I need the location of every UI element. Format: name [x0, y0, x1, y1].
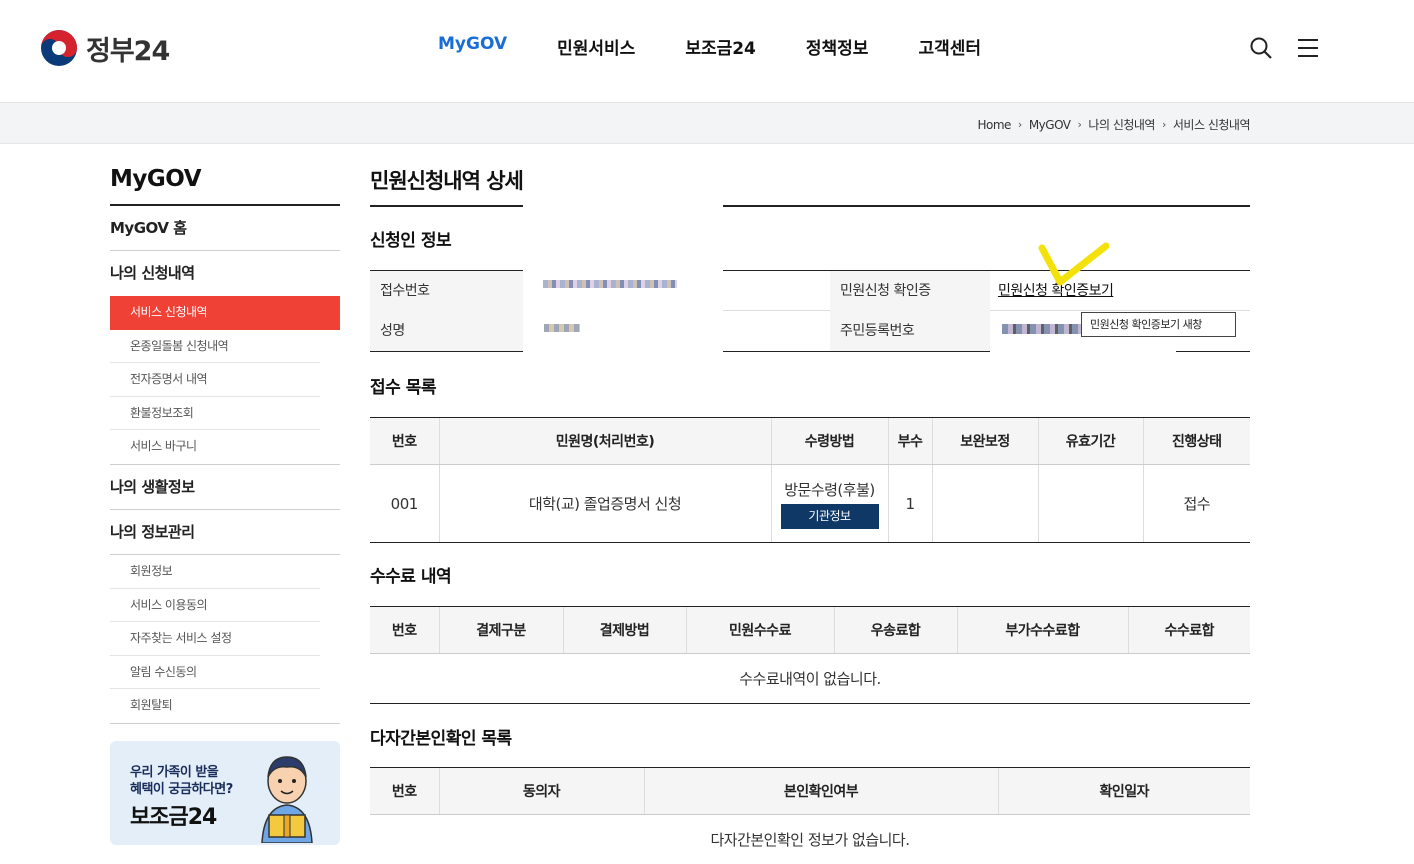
col-header-status: 진행상태 [1142, 417, 1250, 465]
sidebar-item-my-applications[interactable]: 나의 신청내역 [110, 251, 340, 296]
sidebar-item-favorite-services[interactable]: 자주찾는 서비스 설정 [110, 622, 320, 656]
sidebar-item-service-applications[interactable]: 서비스 신청내역 [110, 296, 340, 330]
nav-subsidy24[interactable]: 보조금24 [685, 34, 756, 59]
blurred-name [544, 324, 580, 332]
sidebar-item-service-basket[interactable]: 서비스 바구니 [110, 430, 320, 464]
applicant-info-table: 접수번호 민원신청 확인증 민원신청 확인증보기 성명 주민등록번호 [370, 268, 1250, 355]
cell-validity [1037, 464, 1143, 543]
sidebar-item-service-consent[interactable]: 서비스 이용동의 [110, 589, 320, 623]
col-header-no: 번호 [370, 417, 439, 465]
cell-method: 방문수령(후불) 기관정보 [770, 464, 888, 543]
certificate-tooltip: 민원신청 확인증보기 새창 [1081, 312, 1236, 337]
title-mask [523, 160, 723, 207]
blurred-receipt-no [543, 280, 677, 288]
breadcrumb-home[interactable]: Home [977, 118, 1011, 132]
cell-supplement [931, 464, 1038, 543]
method-text: 방문수령(후불) [784, 480, 875, 499]
main-nav: MyGOV 민원서비스 보조금24 정책정보 고객센터 [438, 34, 1031, 59]
name-label: 성명 [370, 311, 523, 351]
chevron-right-icon: › [1077, 118, 1082, 131]
col-header-copies: 부수 [887, 417, 932, 465]
banner-line2: 혜택이 궁금하다면? [130, 782, 233, 797]
breadcrumb-service-applications[interactable]: 서비스 신청내역 [1173, 116, 1251, 133]
person-with-gift-illustration-icon [261, 756, 313, 843]
col-header-total-fee: 수수료합 [1127, 606, 1250, 654]
sidebar-item-life-info[interactable]: 나의 생활정보 [110, 465, 340, 510]
table-row: 001 대학(교) 졸업증명서 신청 방문수령(후불) 기관정보 1 접수 [370, 464, 1250, 543]
section-title-fee-list: 수수료 내역 [370, 567, 452, 587]
breadcrumb-bar: Home › MyGOV › 나의 신청내역 › 서비스 신청내역 [0, 103, 1414, 144]
sidebar-title: MyGOV [110, 166, 340, 206]
sidebar: MyGOV MyGOV 홈 나의 신청내역 서비스 신청내역 온종일돌봄 신청내… [110, 166, 340, 724]
col-header-verify-date: 확인일자 [997, 767, 1250, 815]
col-header-payment-type: 결제구분 [438, 606, 563, 654]
section-title-receipt-list: 접수 목록 [370, 378, 436, 398]
cell-status: 접수 [1142, 464, 1250, 543]
logo-text: 정부24 [86, 35, 170, 67]
subsidy24-banner[interactable]: 우리 가족이 받을 혜택이 궁금하다면? 보조금24 [110, 741, 340, 845]
col-header-consenter: 동의자 [438, 767, 644, 815]
title-divider [370, 205, 523, 207]
sidebar-item-withdraw[interactable]: 회원탈퇴 [110, 689, 320, 723]
col-header-name: 민원명(처리번호) [438, 417, 771, 465]
sidebar-item-mygov-home[interactable]: MyGOV 홈 [110, 206, 340, 251]
section-title-applicant: 신청인 정보 [370, 231, 452, 251]
title-divider [723, 205, 1250, 207]
banner-title: 보조금24 [130, 805, 217, 830]
breadcrumb-my-applications[interactable]: 나의 신청내역 [1088, 116, 1155, 133]
sidebar-item-refund-info[interactable]: 환불정보조회 [110, 397, 320, 431]
sidebar-submenu-applications: 서비스 신청내역 온종일돌봄 신청내역 전자증명서 내역 환불정보조회 서비스 … [110, 296, 340, 465]
empty-message: 다자간본인확인 정보가 없습니다. [370, 814, 1250, 864]
logo[interactable]: 정부24 [40, 28, 170, 68]
col-header-postage: 우송료합 [833, 606, 957, 654]
nav-customer-center[interactable]: 고객센터 [918, 34, 981, 59]
info-row: 접수번호 민원신청 확인증 민원신청 확인증보기 [370, 270, 1250, 311]
sidebar-item-e-certificates[interactable]: 전자증명서 내역 [110, 363, 320, 397]
nav-civil-service[interactable]: 민원서비스 [557, 34, 635, 59]
col-header-payment-method: 결제방법 [562, 606, 686, 654]
col-header-supplement: 보완보정 [931, 417, 1038, 465]
nav-mygov[interactable]: MyGOV [438, 34, 507, 59]
sidebar-item-member-info[interactable]: 회원정보 [110, 555, 320, 589]
section-title-multi-auth: 다자간본인확인 목록 [370, 729, 512, 749]
col-header-civil-fee: 민원수수료 [685, 606, 834, 654]
breadcrumb: Home › MyGOV › 나의 신청내역 › 서비스 신청내역 [977, 116, 1250, 133]
empty-message: 수수료내역이 없습니다. [370, 653, 1250, 704]
col-header-verified: 본인확인여부 [643, 767, 998, 815]
taegeuk-logo-icon [41, 30, 77, 66]
col-header-extra-fee: 부가수수료합 [956, 606, 1128, 654]
resident-no-label: 주민등록번호 [830, 311, 990, 351]
table-row: 다자간본인확인 정보가 없습니다. [370, 814, 1250, 864]
site-header: 정부24 MyGOV 민원서비스 보조금24 정책정보 고객센터 [0, 0, 1414, 103]
sidebar-item-notification-consent[interactable]: 알림 수신동의 [110, 656, 320, 690]
certificate-label: 민원신청 확인증 [830, 271, 990, 311]
check-mark-annotation-icon [1038, 242, 1110, 286]
sidebar-item-info-management[interactable]: 나의 정보관리 [110, 510, 340, 555]
receipt-list-table: 번호 민원명(처리번호) 수령방법 부수 보완보정 유효기간 진행상태 001 … [370, 417, 1250, 543]
agency-info-button[interactable]: 기관정보 [780, 503, 879, 529]
fee-list-table: 번호 결제구분 결제방법 민원수수료 우송료합 부가수수료합 수수료합 수수료내… [370, 606, 1250, 704]
cell-copies: 1 [887, 464, 932, 543]
blurred-resident-no [1002, 324, 1082, 334]
col-header-no: 번호 [370, 606, 439, 654]
sidebar-item-allday-care[interactable]: 온종일돌봄 신청내역 [110, 330, 320, 364]
sidebar-submenu-info-management: 회원정보 서비스 이용동의 자주찾는 서비스 설정 알림 수신동의 회원탈퇴 [110, 555, 340, 724]
receipt-no-label: 접수번호 [370, 271, 523, 311]
nav-policy-info[interactable]: 정책정보 [806, 34, 869, 59]
multi-auth-table: 번호 동의자 본인확인여부 확인일자 다자간본인확인 정보가 없습니다. [370, 767, 1250, 864]
col-header-validity: 유효기간 [1037, 417, 1143, 465]
menu-hamburger-icon[interactable] [1296, 36, 1320, 60]
col-header-no: 번호 [370, 767, 439, 815]
chevron-right-icon: › [1161, 118, 1166, 131]
table-row: 수수료내역이 없습니다. [370, 653, 1250, 704]
cell-no: 001 [370, 464, 439, 543]
chevron-right-icon: › [1017, 118, 1022, 131]
breadcrumb-mygov[interactable]: MyGOV [1029, 118, 1071, 132]
col-header-method: 수령방법 [770, 417, 888, 465]
cell-name: 대학(교) 졸업증명서 신청 [438, 464, 771, 543]
search-icon[interactable] [1249, 36, 1273, 60]
